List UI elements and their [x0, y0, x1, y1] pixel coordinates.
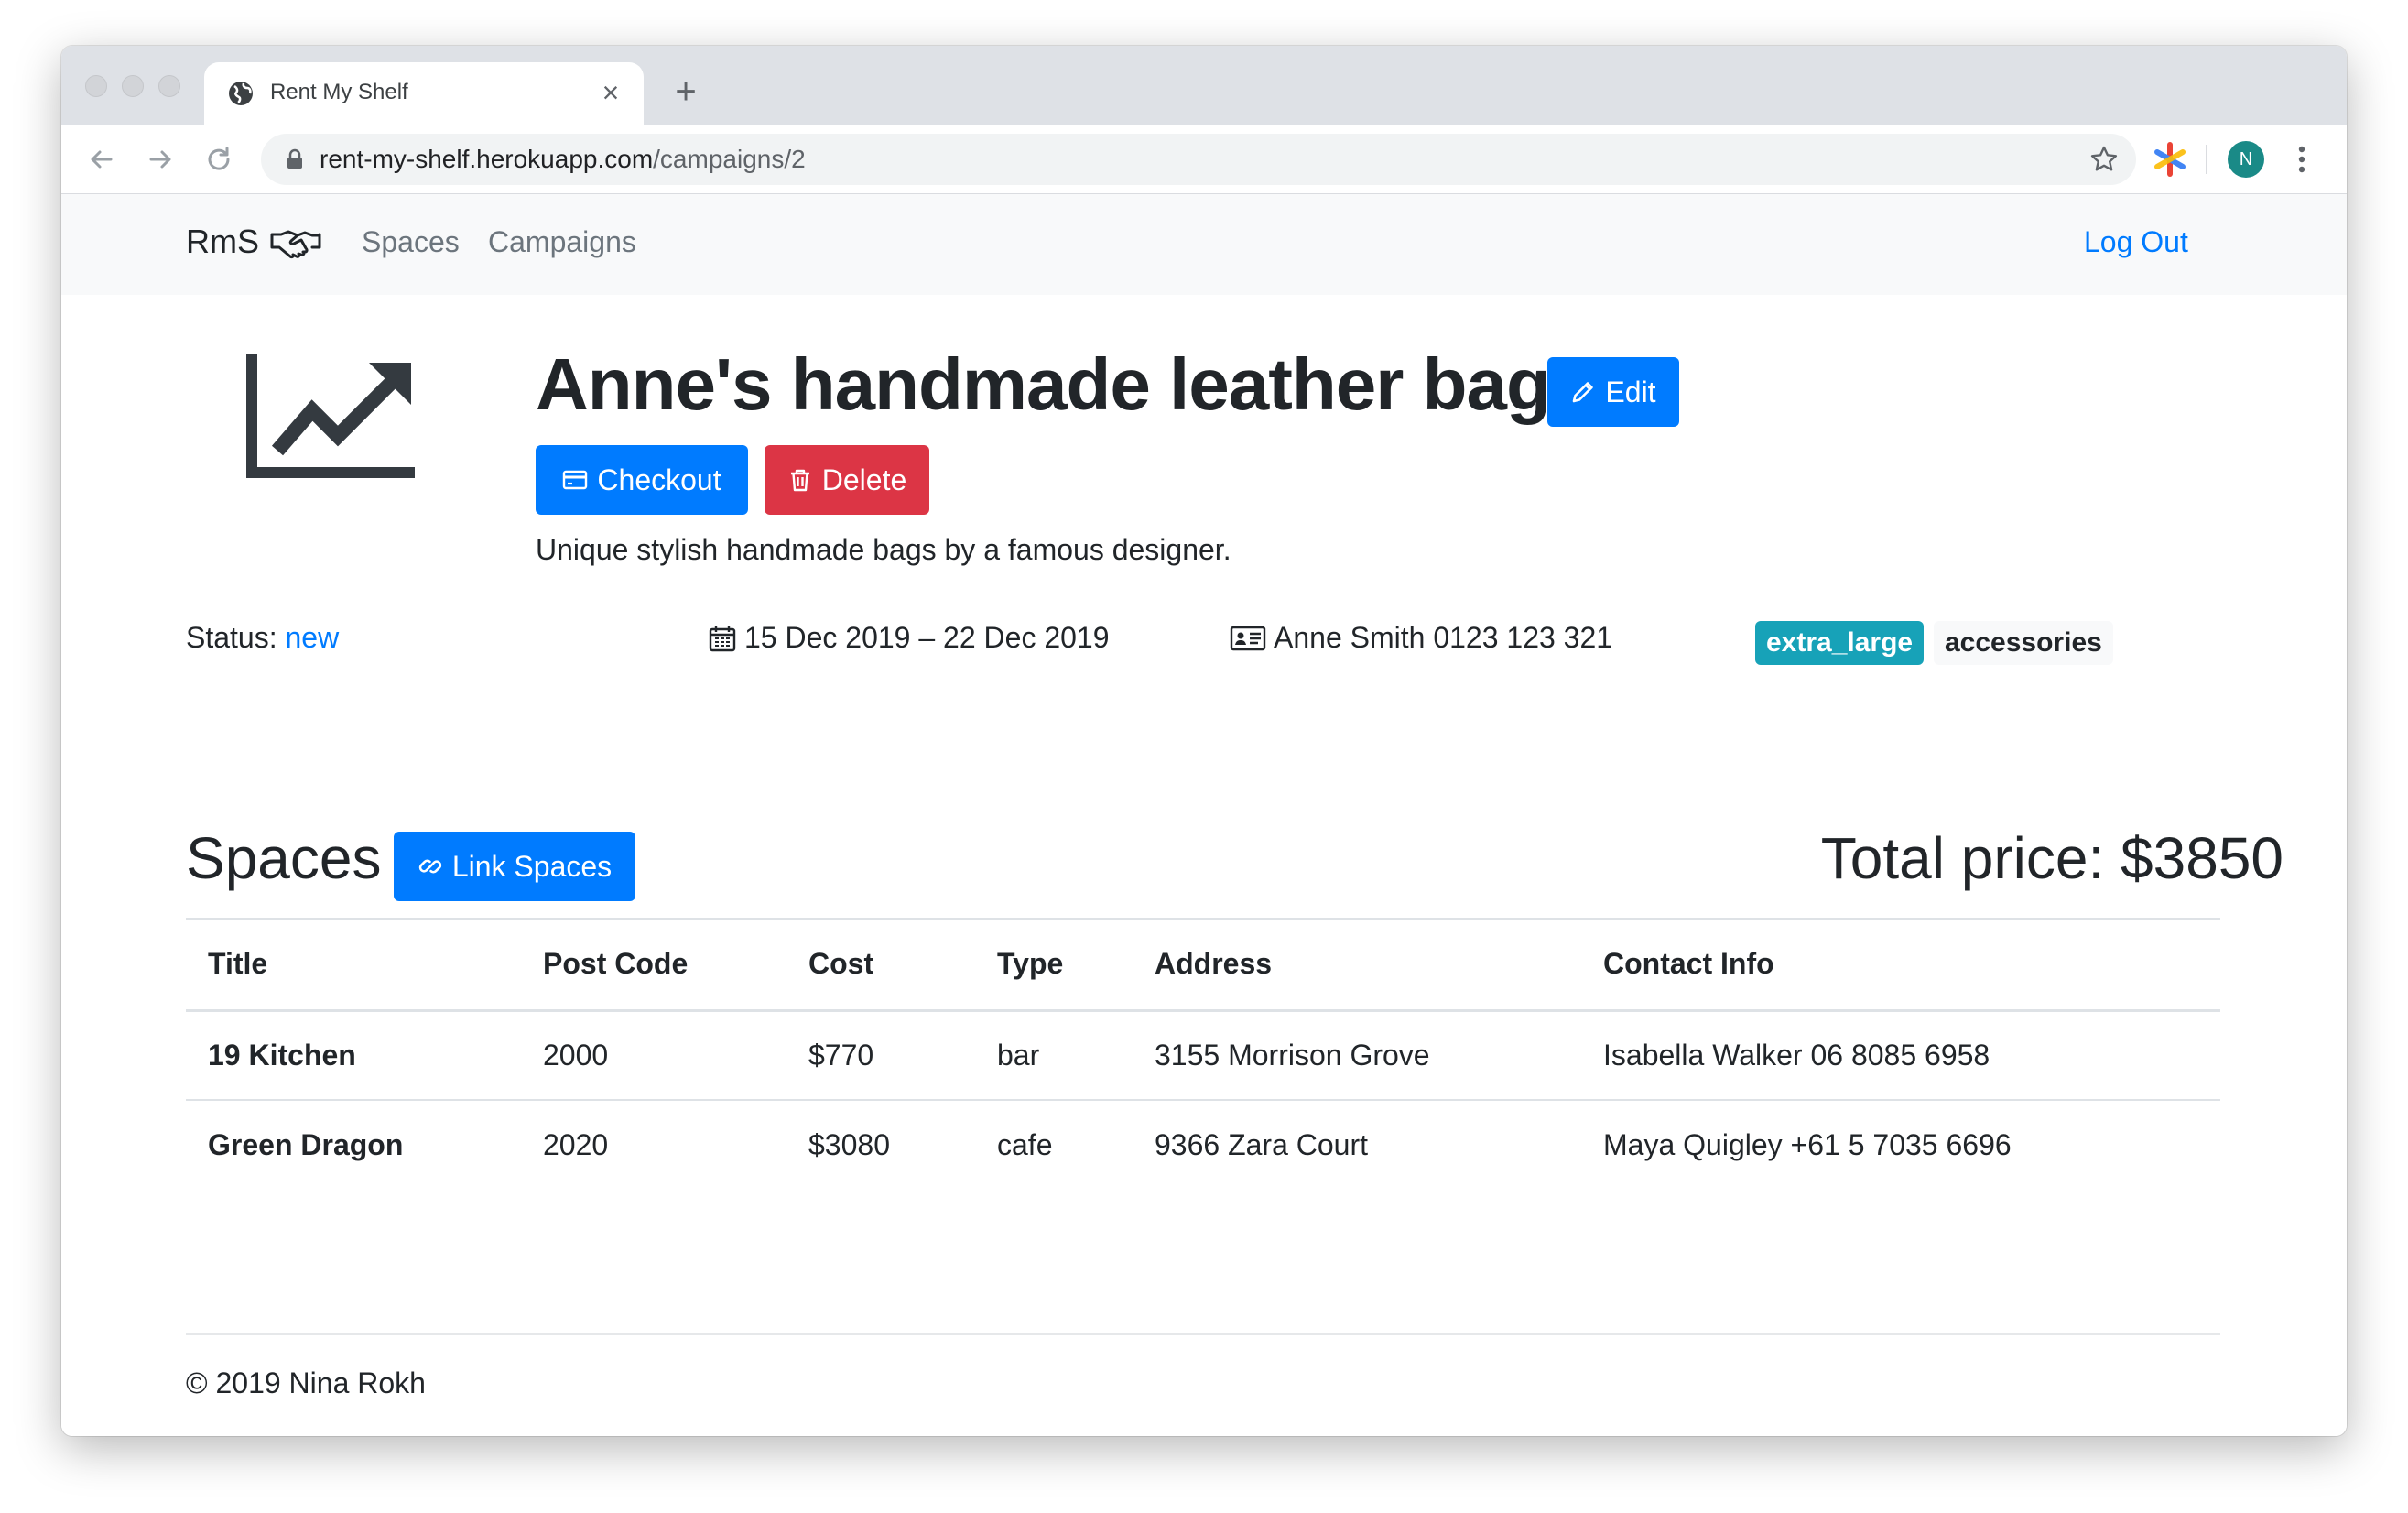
link-icon: [418, 859, 441, 874]
post-code: 2000: [521, 1010, 786, 1101]
checkout-button[interactable]: Checkout: [536, 445, 748, 515]
footer-copyright: © 2019 Nina Rokh: [186, 1366, 426, 1399]
post-code: 2020: [543, 1128, 609, 1161]
profile-avatar[interactable]: N: [2228, 141, 2264, 178]
browser-tab[interactable]: Rent My Shelf ×: [204, 62, 644, 125]
id-card-icon: [1230, 626, 1266, 650]
column-header: Type: [975, 918, 1133, 1012]
footer-divider: [186, 1333, 2220, 1335]
nav-link-campaigns[interactable]: Campaigns: [488, 225, 636, 259]
category-badge: accessories: [1934, 621, 2113, 665]
address-bar[interactable]: rent-my-shelf.herokuapp.com/campaigns/2: [261, 134, 2136, 185]
tab-strip: Rent My Shelf × +: [61, 46, 2347, 125]
tab-title: Rent My Shelf: [270, 80, 408, 104]
edit-button[interactable]: Edit: [1547, 357, 1679, 427]
pencil-icon: [1573, 382, 1594, 403]
space-cost: $770: [786, 1010, 975, 1101]
calendar-icon: [709, 626, 736, 651]
spaces-heading: Spaces: [186, 825, 382, 891]
space-address: 3155 Morrison Grove: [1133, 1010, 1581, 1101]
space-type: cafe: [997, 1128, 1053, 1161]
column-header: Post Code: [521, 918, 786, 1012]
browser-menu-icon[interactable]: [2288, 141, 2316, 178]
nav-link-spaces[interactable]: Spaces: [362, 225, 460, 259]
tab-close-icon[interactable]: ×: [594, 76, 627, 109]
reload-icon[interactable]: [201, 141, 237, 178]
link-spaces-label: Link Spaces: [451, 849, 613, 883]
browser-window: Rent My Shelf × + rent-my-shelf.herokuap…: [61, 46, 2347, 1436]
trash-icon: [790, 469, 809, 492]
app-navbar: RmS Spaces Campaigns Log Out: [61, 194, 2347, 295]
column-header: Cost: [786, 918, 975, 1012]
bookmark-star-icon[interactable]: [2088, 144, 2120, 175]
space-cost: $3080: [808, 1128, 890, 1161]
space-address: 9366 Zara Court: [1155, 1128, 1369, 1161]
extension-icon[interactable]: [2152, 141, 2188, 178]
checkout-button-label: Checkout: [597, 463, 721, 496]
status-value: new: [285, 621, 340, 654]
campaign-page: Anne's handmade leather bags Edit Checko…: [61, 295, 2347, 1436]
brand-link[interactable]: RmS: [186, 223, 259, 261]
column-header: Title: [186, 918, 521, 1012]
space-title[interactable]: Green Dragon: [186, 1100, 521, 1190]
window-close-button[interactable]: [85, 75, 107, 97]
lock-icon: [287, 148, 302, 169]
forward-arrow-icon[interactable]: [142, 141, 179, 178]
table-row[interactable]: 19 Kitchen 2000 $770 bar 3155 Morrison G…: [186, 1010, 2220, 1101]
space-type: bar: [975, 1010, 1133, 1101]
link-spaces-button[interactable]: Link Spaces: [394, 832, 635, 901]
space-title[interactable]: 19 Kitchen: [186, 1010, 521, 1101]
status-label: Status:: [186, 621, 277, 654]
logout-link[interactable]: Log Out: [2084, 225, 2188, 259]
delete-button[interactable]: Delete: [765, 445, 929, 515]
campaign-contact: Anne Smith 0123 123 321: [1230, 621, 1612, 655]
total-price: Total price: $3850: [1820, 825, 2283, 891]
back-arrow-icon[interactable]: [83, 141, 120, 178]
edit-button-label: Edit: [1605, 375, 1656, 408]
line-chart-icon: [246, 354, 415, 478]
space-contact: Isabella Walker 06 8085 6958: [1581, 1010, 2220, 1101]
new-tab-button[interactable]: +: [667, 73, 704, 110]
campaign-dates: 15 Dec 2019 – 22 Dec 2019: [708, 621, 1110, 655]
campaign-status: Status: new: [186, 621, 339, 655]
space-contact: Maya Quigley +61 5 7035 6696: [1603, 1128, 2012, 1161]
column-header: Address: [1133, 918, 1581, 1012]
delete-button-label: Delete: [821, 463, 907, 496]
contact-text: Anne Smith 0123 123 321: [1274, 621, 1613, 654]
page-title: Anne's handmade leather bags: [536, 343, 1590, 425]
spaces-table: Title Post Code Cost Type Address Contac…: [186, 918, 2220, 1190]
table-row[interactable]: Green Dragon 2020 $3080 cafe 9366 Zara C…: [186, 1100, 2220, 1190]
globe-icon: [229, 82, 253, 105]
toolbar-divider: [2206, 145, 2207, 174]
table-header-row: Title Post Code Cost Type Address Contac…: [186, 918, 2220, 1012]
size-badge: extra_large: [1755, 621, 1925, 665]
credit-card-icon: [563, 470, 588, 490]
window-maximize-button[interactable]: [158, 75, 180, 97]
url-text: rent-my-shelf.herokuapp.com/campaigns/2: [320, 145, 806, 173]
campaign-description: Unique stylish handmade bags by a famous…: [536, 533, 1231, 566]
window-minimize-button[interactable]: [122, 75, 144, 97]
handshake-icon[interactable]: [270, 227, 321, 260]
dates-text: 15 Dec 2019 – 22 Dec 2019: [744, 621, 1110, 654]
browser-toolbar: rent-my-shelf.herokuapp.com/campaigns/2 …: [61, 125, 2347, 194]
column-header: Contact Info: [1581, 918, 2220, 1012]
